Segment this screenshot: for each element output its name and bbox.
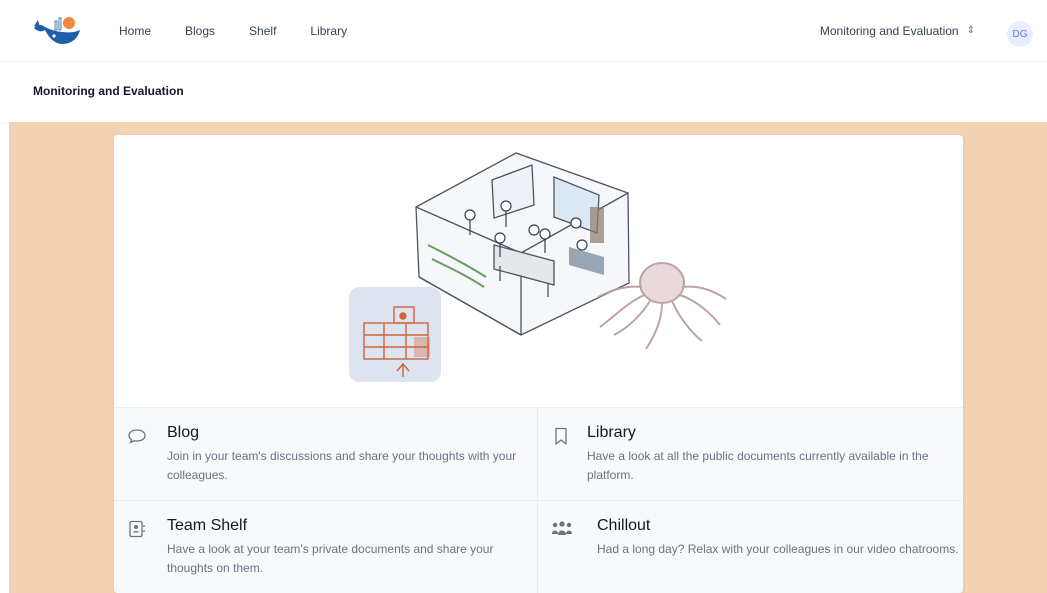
main-content: Blog Join in your team's discussions and…: [9, 122, 1047, 593]
feature-description: Have a look at your team's private docum…: [167, 542, 494, 575]
feature-title[interactable]: Library: [587, 424, 636, 442]
hero-illustration: [114, 135, 963, 407]
main-nav: Home Blogs Shelf Library: [119, 0, 381, 62]
feature-blog[interactable]: Blog Join in your team's discussions and…: [114, 408, 538, 501]
group-icon: [551, 519, 572, 539]
feature-library[interactable]: Library Have a look at all the public do…: [538, 408, 962, 501]
whale-logo[interactable]: [32, 14, 84, 50]
nav-home-link[interactable]: Home: [119, 24, 151, 38]
feature-description: Had a long day? Relax with your colleagu…: [597, 542, 959, 556]
top-navigation: Home Blogs Shelf Library Monitoring and …: [0, 0, 1047, 62]
speech-bubble-icon: [127, 426, 147, 446]
team-selector-label: Monitoring and Evaluation: [819, 24, 959, 38]
user-avatar[interactable]: DG: [1007, 21, 1033, 47]
nav-shelf-link[interactable]: Shelf: [249, 24, 276, 38]
dashboard-card: Blog Join in your team's discussions and…: [114, 135, 963, 593]
feature-team-shelf[interactable]: Team Shelf Have a look at your team's pr…: [114, 501, 538, 593]
bookmark-icon: [551, 426, 571, 446]
feature-chillout[interactable]: Chillout Had a long day? Relax with your…: [538, 501, 962, 593]
up-down-chevron-icon: ⇕: [966, 25, 975, 36]
contact-book-icon: [127, 519, 147, 539]
feature-description: Have a look at all the public documents …: [587, 449, 929, 482]
feature-title[interactable]: Chillout: [597, 517, 650, 535]
nav-blogs-link[interactable]: Blogs: [185, 24, 215, 38]
feature-title[interactable]: Blog: [167, 424, 199, 442]
team-selector[interactable]: Monitoring and Evaluation ⇕: [820, 24, 975, 38]
nav-library-link[interactable]: Library: [310, 24, 347, 38]
page-title: Monitoring and Evaluation: [33, 84, 184, 98]
feature-description: Join in your team's discussions and shar…: [167, 449, 517, 482]
page-header: Monitoring and Evaluation: [0, 62, 1047, 122]
feature-grid: Blog Join in your team's discussions and…: [114, 407, 963, 593]
feature-title[interactable]: Team Shelf: [167, 517, 247, 535]
